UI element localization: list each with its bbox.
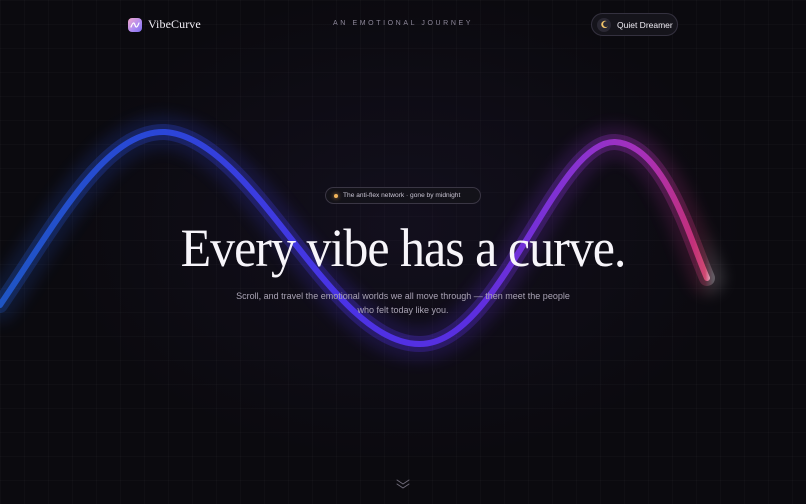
- status-dot-icon: [334, 193, 338, 198]
- badge-text: The anti-flex network · gone by midnight: [343, 192, 461, 199]
- chevron-down-icon: [396, 479, 410, 489]
- tagline-badge: The anti-flex network · gone by midnight: [325, 187, 481, 204]
- mood-profile-button[interactable]: Quiet Dreamer: [591, 13, 678, 36]
- hero-subcopy: Scroll, and travel the emotional worlds …: [236, 291, 570, 315]
- moon-icon: [597, 17, 611, 32]
- scroll-down-button[interactable]: [395, 477, 411, 489]
- top-bar: VibeCurve AN EMOTIONAL JOURNEY Quiet Dre…: [0, 0, 806, 50]
- tagline: AN EMOTIONAL JOURNEY: [332, 20, 474, 27]
- mood-profile-label: Quiet Dreamer: [617, 19, 673, 30]
- hero-headline: Every vibe has a curve.: [180, 217, 627, 278]
